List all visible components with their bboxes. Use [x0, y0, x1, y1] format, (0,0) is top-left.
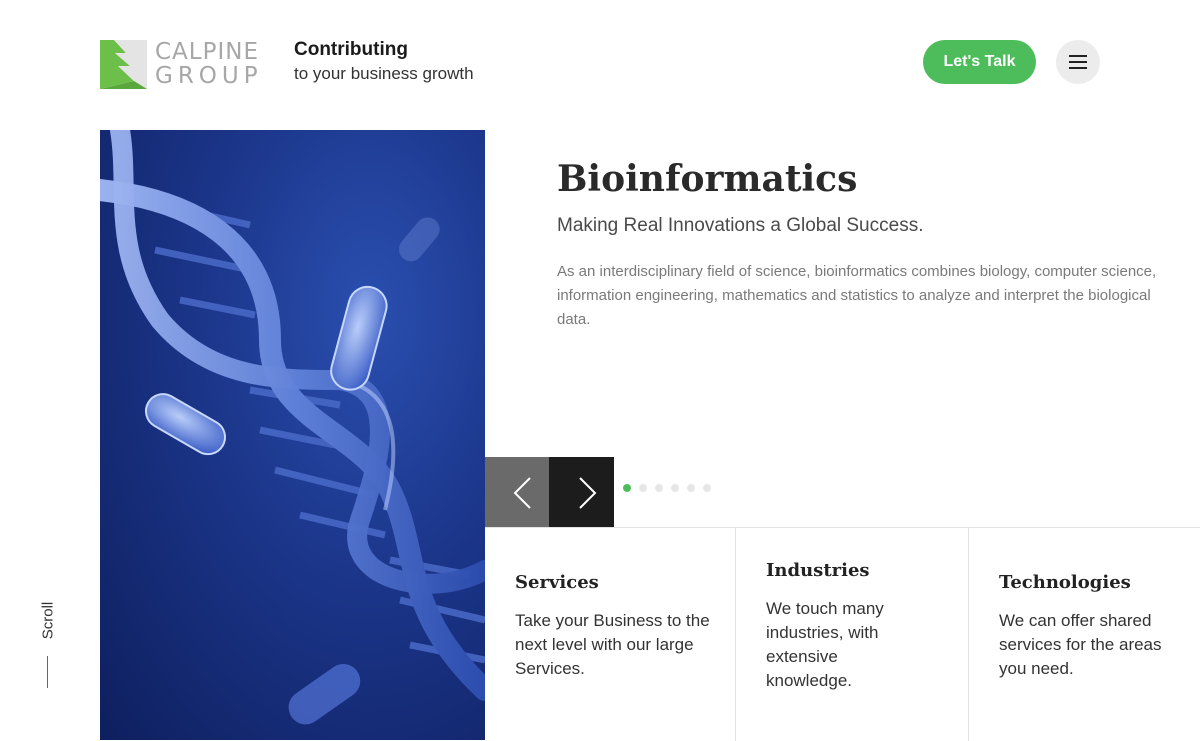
tagline-title: Contributing	[294, 39, 408, 60]
card-title: Industries	[766, 560, 870, 581]
hamburger-icon-middle	[1069, 61, 1087, 63]
logo-wordmark: CALPINE GROUP	[155, 40, 263, 88]
card-technologies[interactable]: Technologies We can offer shared service…	[968, 528, 1200, 741]
hero-image	[100, 130, 485, 740]
tagline-subtitle: to your business growth	[294, 64, 474, 83]
hero-title: Bioinformatics	[557, 158, 858, 200]
scroll-indicator[interactable]: Scroll	[34, 596, 62, 688]
card-industries[interactable]: Industries We touch many industries, wit…	[735, 528, 969, 741]
logo-line-1: CALPINE	[155, 39, 259, 65]
calpine-logo[interactable]: CALPINE GROUP	[100, 40, 275, 90]
slider-dots	[623, 484, 711, 492]
scroll-line	[47, 656, 48, 688]
slider-next-button[interactable]	[549, 457, 614, 527]
hero-description: As an interdisciplinary field of science…	[557, 263, 1157, 328]
slider-dot-4[interactable]	[671, 484, 679, 492]
slider-prev-button[interactable]	[485, 457, 549, 527]
card-text: We touch many industries, with extensive…	[766, 599, 884, 690]
card-services[interactable]: Services Take your Business to the next …	[485, 528, 736, 741]
slider-dot-3[interactable]	[655, 484, 663, 492]
logo-line-2: GROUP	[155, 63, 263, 89]
scroll-label: Scroll	[39, 601, 57, 640]
card-title: Services	[515, 572, 599, 593]
slider-dot-1[interactable]	[623, 484, 631, 492]
tree-logo-icon	[100, 40, 147, 89]
chevron-left-icon	[513, 477, 531, 509]
feature-cards: Services Take your Business to the next …	[485, 527, 1200, 741]
slider-dot-2[interactable]	[639, 484, 647, 492]
hamburger-icon-bottom	[1069, 67, 1087, 69]
tagline: Contributing to your business growth	[294, 38, 474, 86]
chevron-right-icon	[579, 477, 597, 509]
lets-talk-button[interactable]: Let's Talk	[923, 40, 1036, 84]
hamburger-icon	[1069, 55, 1087, 57]
slider-dot-6[interactable]	[703, 484, 711, 492]
card-text: Take your Business to the next level wit…	[515, 611, 710, 678]
card-text: We can offer shared services for the are…	[999, 611, 1162, 678]
menu-button[interactable]	[1056, 40, 1100, 84]
hero-subtitle: Making Real Innovations a Global Success…	[557, 215, 924, 236]
slider-dot-5[interactable]	[687, 484, 695, 492]
card-title: Technologies	[999, 572, 1131, 593]
